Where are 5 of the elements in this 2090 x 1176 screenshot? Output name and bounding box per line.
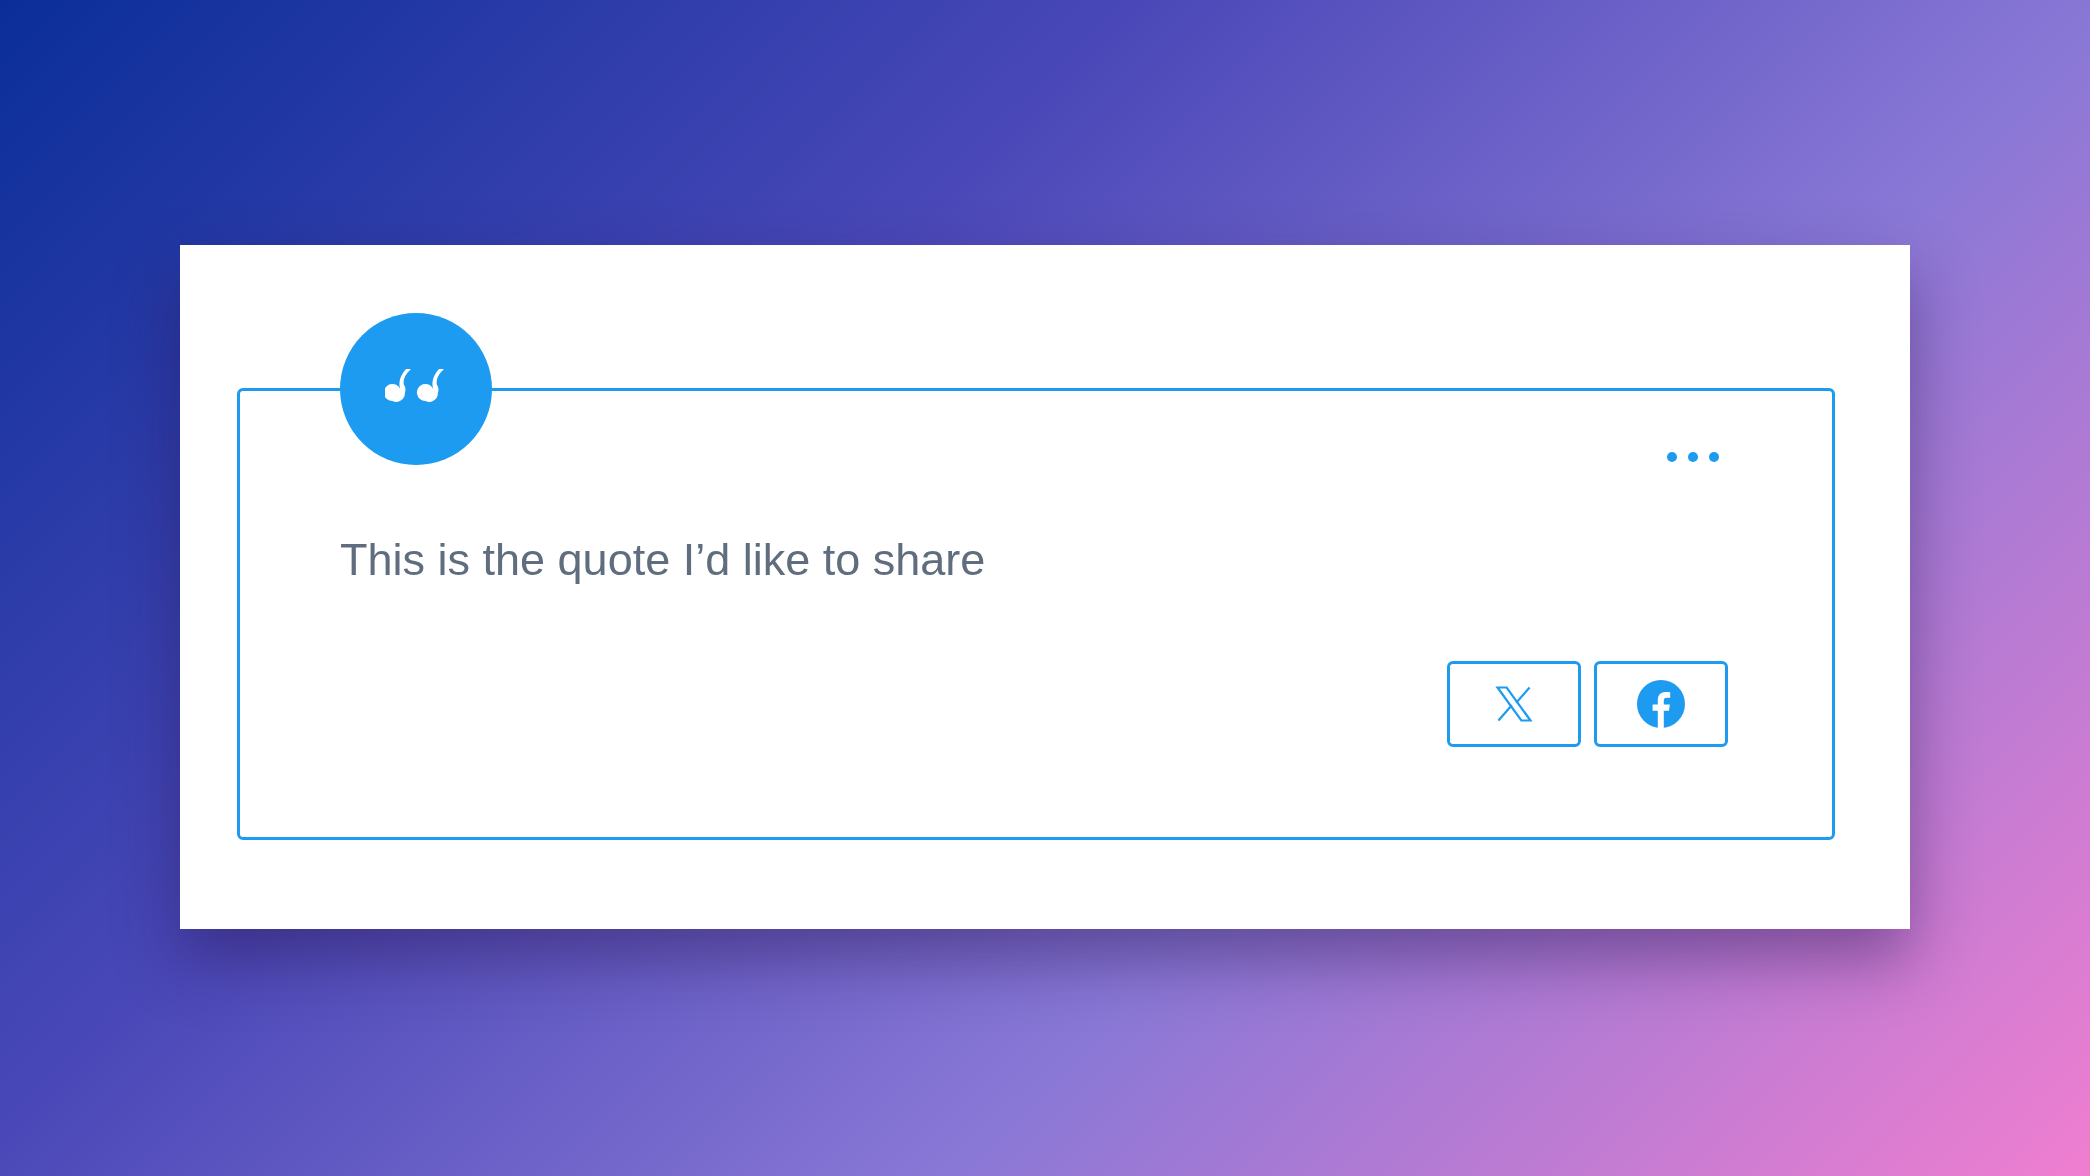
share-facebook-button[interactable] [1594, 661, 1728, 747]
share-x-button[interactable] [1447, 661, 1581, 747]
more-options-icon [1666, 451, 1720, 463]
facebook-logo-icon [1637, 680, 1685, 728]
quote-text: This is the quote I’d like to share [340, 533, 986, 587]
